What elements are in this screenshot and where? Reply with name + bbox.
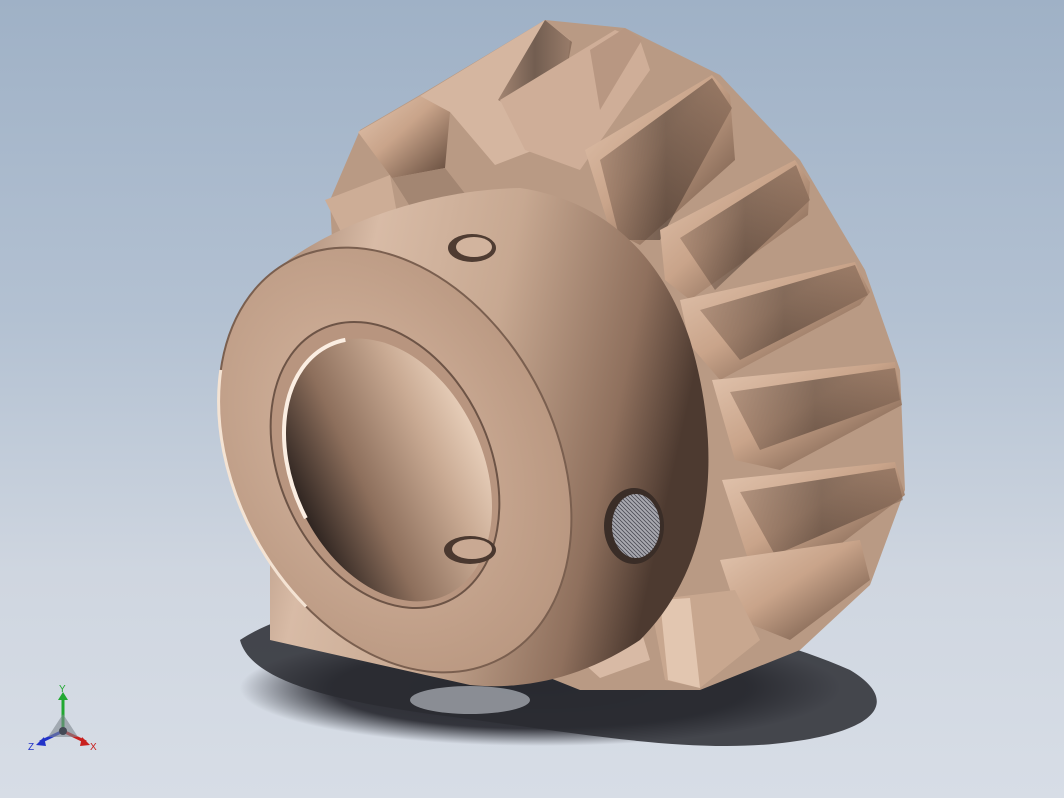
set-screw-hole: [448, 234, 496, 262]
gear-model-view[interactable]: [0, 0, 1064, 798]
threaded-hole: [604, 488, 664, 564]
set-screw-hole: [444, 536, 496, 564]
triad-origin: [59, 727, 67, 735]
graphics-viewport[interactable]: Y X Z: [0, 0, 1064, 798]
triad-z-label: Z: [28, 742, 34, 753]
triad-x-label: X: [90, 742, 97, 753]
view-orientation-triad[interactable]: Y X Z: [26, 684, 106, 756]
triad-y-label: Y: [59, 684, 66, 695]
